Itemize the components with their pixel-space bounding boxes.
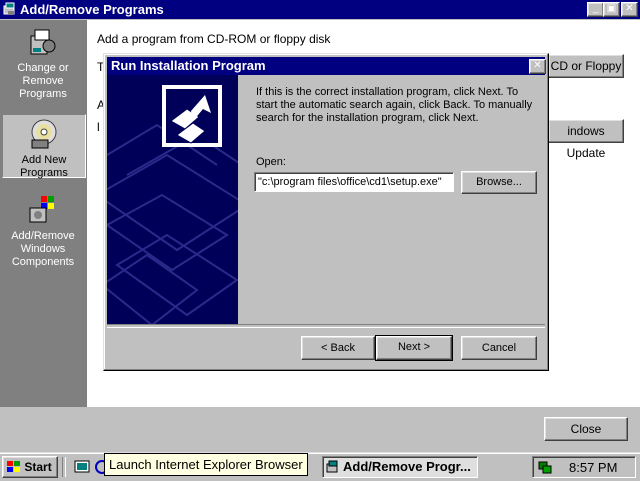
tray-network-icon[interactable] — [537, 459, 553, 475]
ie-tooltip: Launch Internet Explorer Browser — [104, 453, 308, 476]
dialog-instructions: If this is the correct installation prog… — [256, 86, 533, 124]
dialog-title: Run Installation Program — [111, 58, 266, 73]
window-title: Add/Remove Programs — [20, 2, 164, 17]
sidebar-item-windows-components[interactable]: Add/Remove Windows Components — [2, 194, 84, 270]
taskbar-separator — [62, 457, 66, 477]
banner-graphic — [107, 85, 238, 324]
taskbar: Start Launch Internet Explorer Browser A… — [0, 452, 640, 481]
next-button[interactable]: Next > — [375, 335, 453, 361]
add-remove-programs-icon — [326, 460, 338, 473]
window-close-button[interactable]: ✕ — [621, 2, 638, 17]
window-title-bar[interactable]: Add/Remove Programs _ ▣ ✕ — [0, 0, 640, 19]
sidebar-item-add-new[interactable]: Add New Programs — [2, 114, 86, 179]
close-button[interactable]: Close — [544, 417, 628, 441]
cd-disk-icon — [31, 119, 57, 149]
taskbar-task-add-remove-programs[interactable]: Add/Remove Progr... — [322, 456, 478, 478]
wizard-banner — [107, 75, 238, 324]
browse-button[interactable]: Browse... — [461, 171, 537, 194]
start-button[interactable]: Start — [2, 456, 58, 478]
back-button[interactable]: < Back — [301, 336, 375, 360]
dialog-title-bar[interactable]: Run Installation Program ✕ — [107, 57, 546, 75]
sidebar-item-label: Change or Remove Programs — [17, 62, 69, 100]
open-label: Open: — [256, 156, 286, 168]
maximize-button[interactable]: ▣ — [603, 2, 620, 17]
show-desktop-icon[interactable] — [74, 459, 90, 475]
minimize-button[interactable]: _ — [587, 2, 604, 17]
add-remove-programs-icon — [3, 2, 15, 15]
windows-update-button[interactable]: indows Update — [548, 119, 624, 160]
run-installation-program-dialog: Run Installation Program ✕ If this is th… — [103, 53, 549, 371]
cd-section-heading: Add a program from CD-ROM or floppy disk — [97, 32, 331, 46]
clock: 8:57 PM — [569, 460, 618, 475]
open-path-input[interactable]: "c:\program files\office\cd1\setup.exe" — [254, 172, 454, 192]
dialog-close-button[interactable]: ✕ — [529, 59, 546, 74]
sidebar-item-label: Add New Programs — [20, 154, 68, 179]
content-partial-text: l — [97, 120, 100, 134]
sidebar-item-label: Add/Remove Windows Components — [11, 230, 75, 268]
bottom-button-area: Close — [0, 407, 640, 452]
cancel-button[interactable]: Cancel — [461, 336, 537, 360]
dialog-divider — [107, 324, 545, 328]
windows-components-icon — [29, 196, 54, 223]
start-label: Start — [24, 460, 52, 474]
sidebar: Change or Remove Programs Add New Progra… — [0, 20, 87, 407]
system-tray: 8:57 PM — [532, 456, 636, 478]
change-remove-programs-icon — [30, 29, 56, 55]
sidebar-item-change-remove[interactable]: Change or Remove Programs — [2, 24, 84, 102]
windows-logo-icon — [7, 461, 20, 472]
task-label: Add/Remove Progr... — [343, 459, 471, 474]
cd-or-floppy-button[interactable]: CD or Floppy — [548, 54, 624, 78]
